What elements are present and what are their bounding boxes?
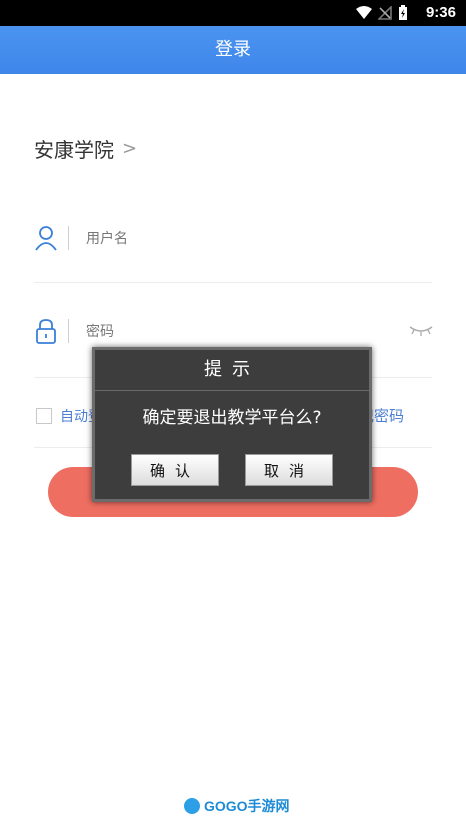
lock-icon	[36, 319, 56, 344]
cancel-button[interactable]: 取消	[245, 454, 333, 486]
confirm-button[interactable]: 确认	[131, 454, 219, 486]
dialog-message: 确定要退出教学平台么?	[142, 408, 322, 428]
username-input[interactable]	[84, 226, 388, 252]
dialog-buttons: 确认 取消	[131, 454, 333, 486]
username-row	[34, 218, 432, 258]
battery-icon	[399, 5, 407, 20]
status-bar: 9:36	[0, 0, 466, 26]
no-signal-icon	[378, 6, 392, 20]
page-title: 登录	[215, 39, 251, 60]
status-icons	[356, 5, 408, 21]
confirm-dialog: 提示 确定要退出教学平台么? 确认 取消	[92, 347, 372, 502]
password-row	[34, 311, 434, 351]
school-name: 安康学院	[34, 138, 114, 162]
watermark-logo: GOGO手游网	[184, 796, 290, 816]
wifi-icon	[356, 6, 372, 19]
user-icon	[35, 226, 57, 251]
watermark-text: GOGO手游网	[204, 798, 290, 814]
watermark-icon	[184, 798, 200, 814]
password-input[interactable]	[84, 319, 388, 345]
status-time: 9:36	[425, 4, 456, 21]
password-separator	[68, 319, 69, 343]
eye-closed-icon[interactable]	[408, 323, 434, 337]
app-header: 登录	[0, 26, 466, 74]
checkbox-icon	[36, 408, 52, 424]
username-separator	[68, 226, 69, 250]
username-divider	[34, 282, 432, 283]
school-selector[interactable]: 安康学院 >	[34, 134, 137, 163]
chevron-right-icon: >	[122, 138, 138, 159]
dialog-title: 提示	[95, 350, 369, 391]
